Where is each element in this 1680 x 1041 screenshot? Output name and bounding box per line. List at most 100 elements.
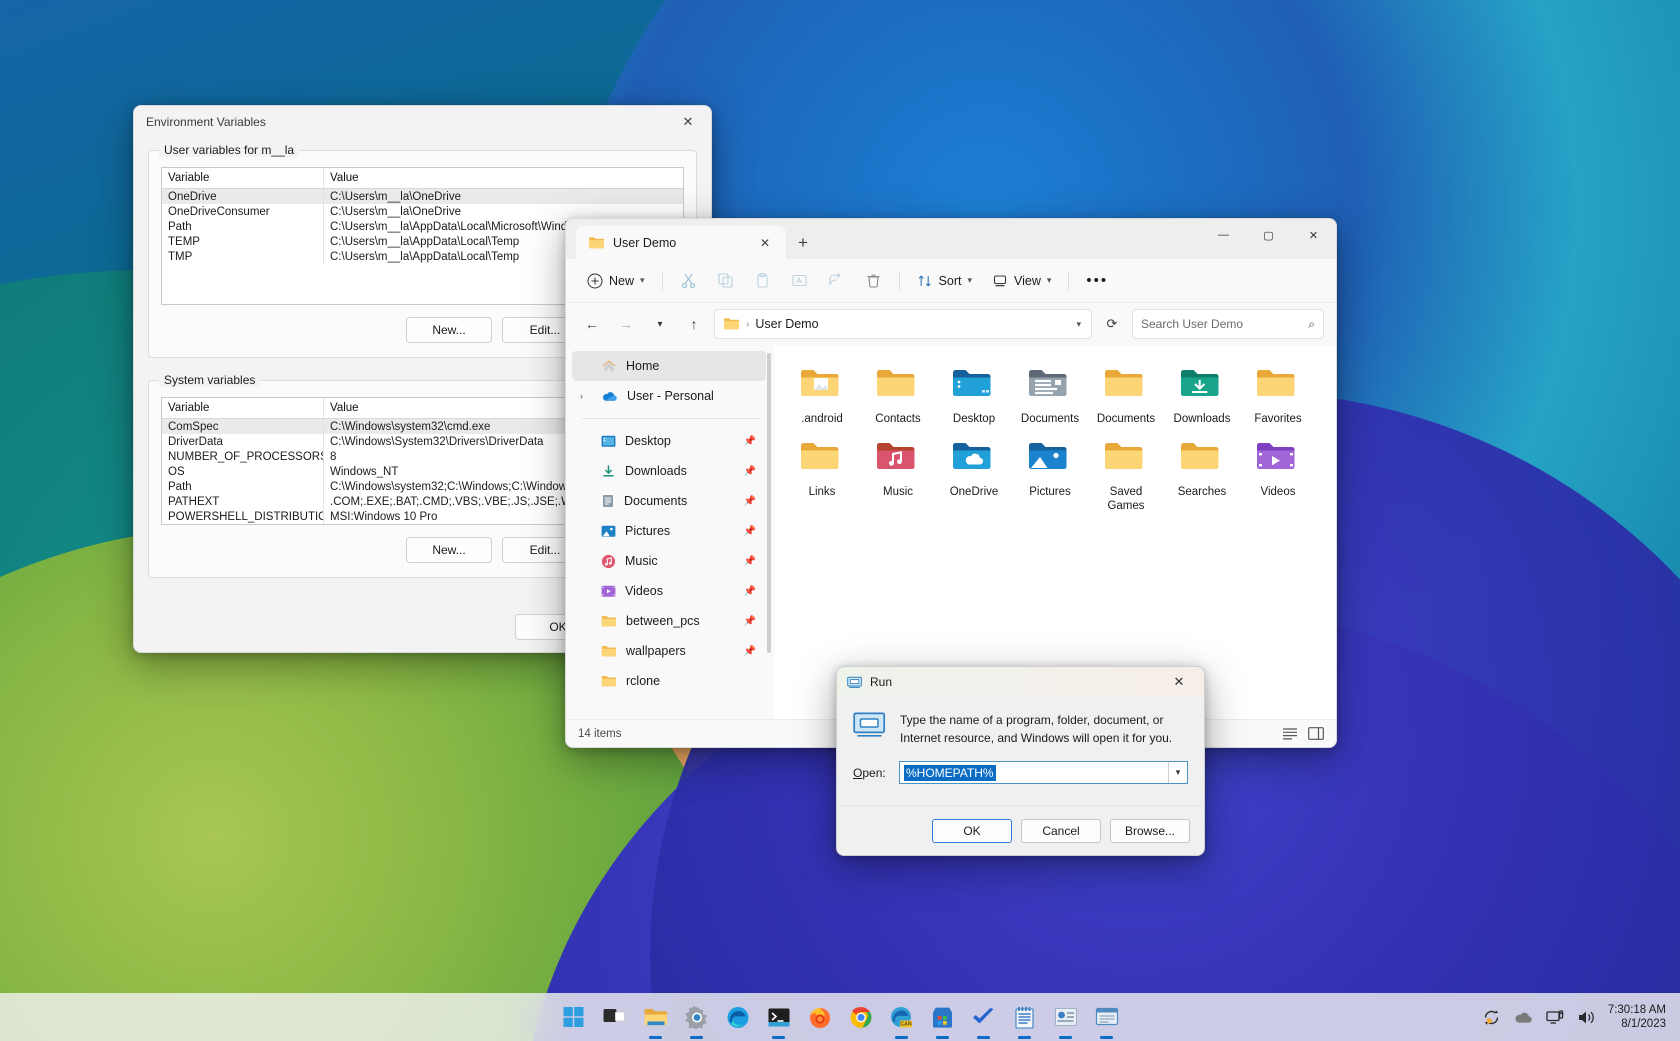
list-item[interactable]: Saved Games: [1088, 430, 1164, 517]
clock[interactable]: 7:30:18 AM 8/1/2023: [1608, 1003, 1672, 1031]
onedrive-icon[interactable]: [1513, 1010, 1534, 1025]
explorer-navigation-pane: Home › User - Personal Desktop �: [566, 345, 774, 719]
open-input[interactable]: %HOMEPATH% ▾: [899, 761, 1188, 784]
notepad-button[interactable]: [1009, 1001, 1041, 1033]
sidebar-item-downloads[interactable]: Downloads 📌: [572, 456, 766, 486]
maximize-icon[interactable]: ▢: [1246, 219, 1291, 251]
view-button-label: View: [1014, 274, 1041, 288]
volume-icon[interactable]: [1577, 1009, 1596, 1026]
sidebar-item-documents[interactable]: Documents 📌: [572, 486, 766, 516]
list-item[interactable]: Music: [860, 430, 936, 517]
sidebar-item-user-personal[interactable]: › User - Personal: [572, 381, 766, 411]
ok-button[interactable]: OK: [932, 819, 1012, 843]
sidebar-item-home[interactable]: Home: [572, 351, 766, 381]
list-item[interactable]: Documents: [1012, 357, 1088, 430]
chevron-down-icon[interactable]: ▾: [1076, 319, 1085, 330]
sidebar-item-desktop[interactable]: Desktop 📌: [572, 426, 766, 456]
sidebar-item-pictures[interactable]: Pictures 📌: [572, 516, 766, 546]
new-button[interactable]: New ▾: [578, 265, 654, 297]
list-item[interactable]: Searches: [1164, 430, 1240, 517]
sidebar-item-music[interactable]: Music 📌: [572, 546, 766, 576]
table-row[interactable]: OneDrive C:\Users\m__la\OneDrive: [162, 189, 683, 204]
sidebar-item-between-pcs[interactable]: between_pcs 📌: [572, 606, 766, 636]
run-body: Type the name of a program, folder, docu…: [837, 697, 1204, 747]
details-view-icon[interactable]: [1282, 727, 1298, 740]
sidebar-item-videos[interactable]: Videos 📌: [572, 576, 766, 606]
edge-canary-button[interactable]: CAN: [886, 1001, 918, 1033]
pin-icon[interactable]: 📌: [744, 586, 756, 597]
more-icon[interactable]: •••: [1077, 265, 1117, 297]
firefox-button[interactable]: [804, 1001, 836, 1033]
up-arrow-icon[interactable]: ↑: [680, 310, 708, 338]
system-new-button[interactable]: New...: [406, 537, 492, 563]
terminal-button[interactable]: [763, 1001, 795, 1033]
file-name: OneDrive: [938, 485, 1010, 499]
delete-button[interactable]: [856, 265, 891, 297]
close-icon[interactable]: ✕: [1291, 219, 1336, 251]
back-arrow-icon[interactable]: ←: [578, 310, 606, 338]
sidebar-item-wallpapers[interactable]: wallpapers 📌: [572, 636, 766, 666]
sidebar-item-rclone[interactable]: rclone: [572, 666, 766, 696]
pin-icon[interactable]: 📌: [744, 616, 756, 627]
file-explorer-button[interactable]: [640, 1001, 672, 1033]
start-button[interactable]: [558, 1001, 590, 1033]
task-view-button[interactable]: [599, 1001, 631, 1033]
sort-button[interactable]: Sort ▾: [908, 265, 981, 297]
cut-button[interactable]: [671, 265, 706, 297]
edge-button[interactable]: [722, 1001, 754, 1033]
list-item[interactable]: Pictures: [1012, 430, 1088, 517]
control-panel-button[interactable]: [1050, 1001, 1082, 1033]
pin-icon[interactable]: 📌: [744, 466, 756, 477]
sidebar-item-label: Documents: [624, 494, 687, 508]
search-icon[interactable]: ⌕: [1308, 317, 1315, 332]
explorer-tab[interactable]: User Demo ✕: [576, 226, 786, 259]
pin-icon[interactable]: 📌: [744, 436, 756, 447]
search-input[interactable]: Search User Demo ⌕: [1132, 309, 1324, 339]
paste-button[interactable]: [745, 265, 780, 297]
list-item[interactable]: Contacts: [860, 357, 936, 430]
env-vars-button[interactable]: [1091, 1001, 1123, 1033]
pin-icon[interactable]: 📌: [744, 556, 756, 567]
table-row[interactable]: OneDriveConsumer C:\Users\m__la\OneDrive: [162, 204, 683, 219]
pin-icon[interactable]: 📌: [744, 526, 756, 537]
list-item[interactable]: .android: [784, 357, 860, 430]
refresh-icon[interactable]: ⟳: [1098, 310, 1126, 338]
copy-button[interactable]: [708, 265, 743, 297]
user-new-button[interactable]: New...: [406, 317, 492, 343]
settings-button[interactable]: [681, 1001, 713, 1033]
plus-icon[interactable]: +: [786, 227, 820, 259]
cancel-button[interactable]: Cancel: [1021, 819, 1101, 843]
forward-arrow-icon[interactable]: →: [612, 310, 640, 338]
share-button[interactable]: [819, 265, 854, 297]
list-item[interactable]: OneDrive: [936, 430, 1012, 517]
chevron-right-icon[interactable]: ›: [580, 391, 592, 401]
chrome-button[interactable]: [845, 1001, 877, 1033]
rename-button[interactable]: [782, 265, 817, 297]
list-item[interactable]: Favorites: [1240, 357, 1316, 430]
list-item[interactable]: Links: [784, 430, 860, 517]
pin-icon[interactable]: 📌: [744, 646, 756, 657]
list-item[interactable]: Documents: [1088, 357, 1164, 430]
close-icon[interactable]: ✕: [752, 232, 778, 254]
breadcrumb[interactable]: User Demo: [755, 317, 818, 331]
address-path-box[interactable]: › User Demo ▾: [714, 309, 1092, 339]
minimize-icon[interactable]: —: [1201, 219, 1246, 251]
list-item[interactable]: Downloads: [1164, 357, 1240, 430]
close-icon[interactable]: ✕: [1164, 670, 1194, 694]
cell-variable: OS: [162, 464, 324, 479]
list-item[interactable]: Videos: [1240, 430, 1316, 517]
preview-pane-icon[interactable]: [1308, 727, 1324, 740]
pin-icon[interactable]: 📌: [744, 496, 756, 507]
view-button[interactable]: View ▾: [983, 265, 1060, 297]
close-icon[interactable]: ✕: [665, 106, 711, 138]
copy-icon: [717, 272, 734, 289]
browse-button[interactable]: Browse...: [1110, 819, 1190, 843]
todo-button[interactable]: [968, 1001, 1000, 1033]
chevron-down-icon[interactable]: ▾: [646, 310, 674, 338]
store-button[interactable]: [927, 1001, 959, 1033]
sync-icon[interactable]: [1482, 1008, 1501, 1027]
nav-scrollbar[interactable]: [767, 353, 771, 653]
network-icon[interactable]: [1546, 1009, 1565, 1026]
list-item[interactable]: Desktop: [936, 357, 1012, 430]
chevron-down-icon[interactable]: ▾: [1168, 762, 1187, 783]
